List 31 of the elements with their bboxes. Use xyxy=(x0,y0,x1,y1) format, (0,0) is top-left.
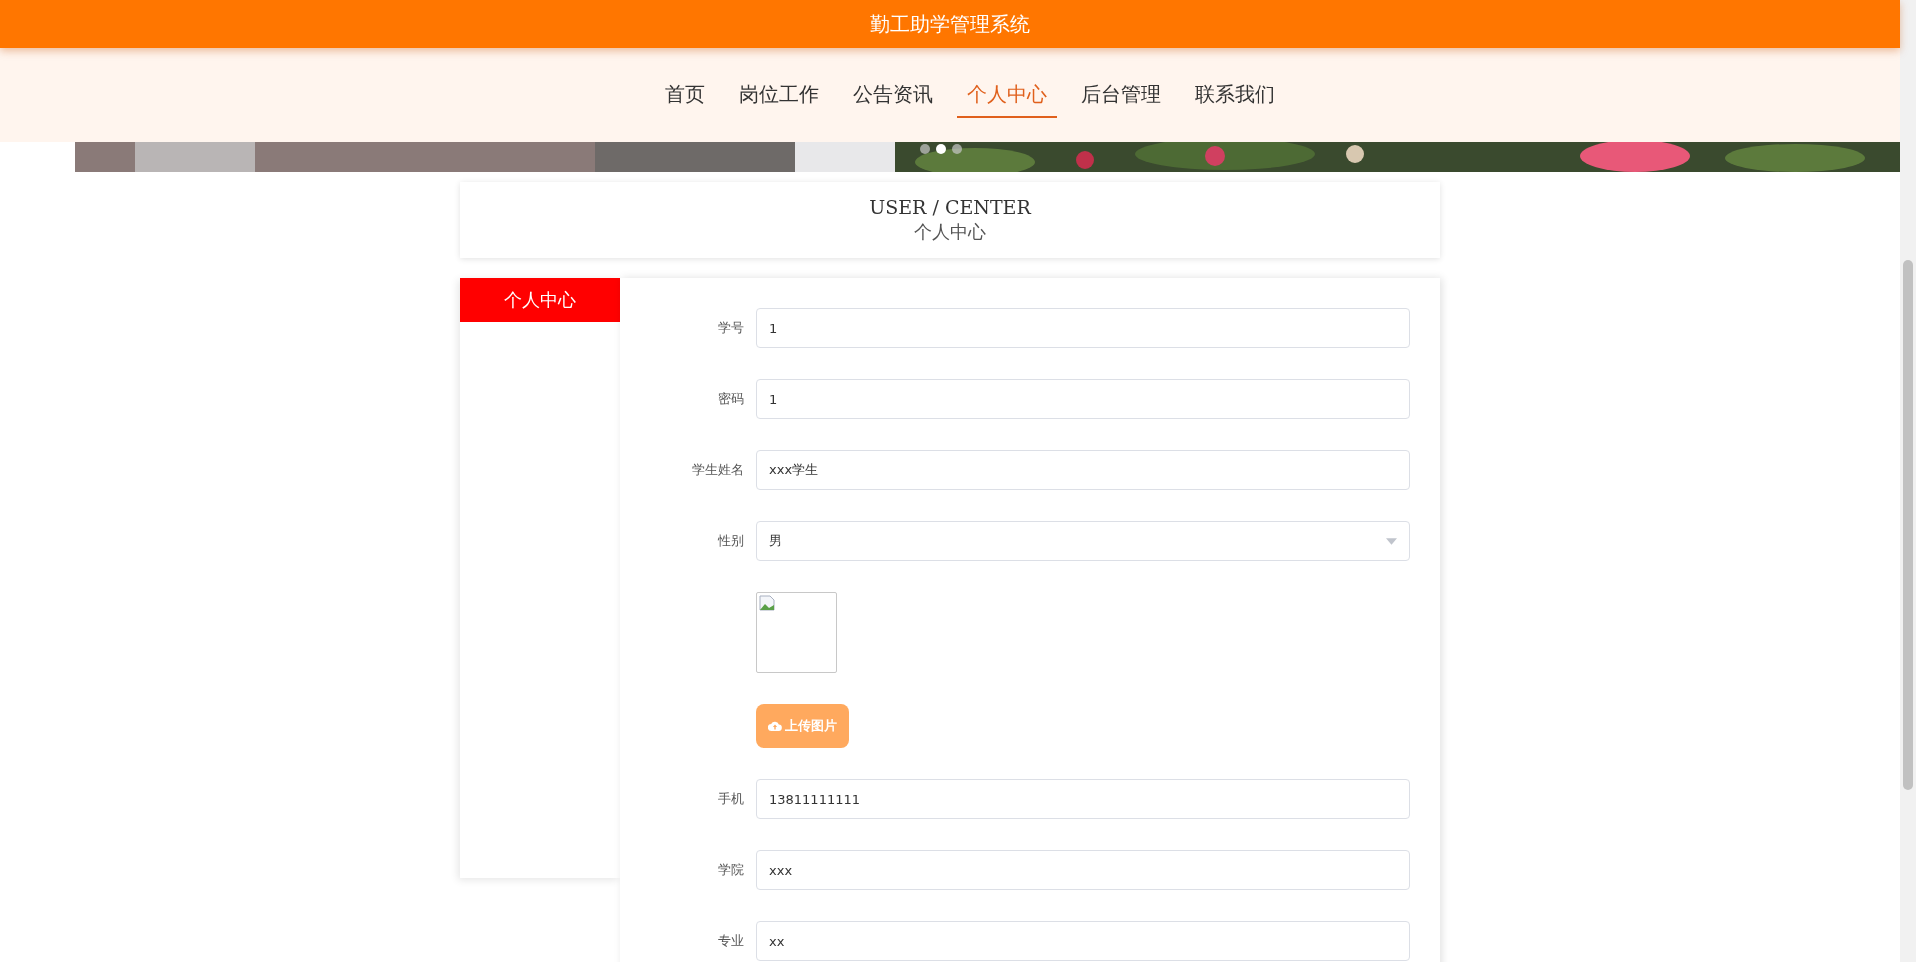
carousel-dot[interactable] xyxy=(952,144,962,154)
nav-link[interactable]: 首页 xyxy=(655,72,715,118)
site-title: 勤工助学管理系统 xyxy=(870,10,1030,38)
sidebar-item[interactable]: 个人中心 xyxy=(460,278,620,322)
nav-link[interactable]: 岗位工作 xyxy=(729,72,829,118)
field-label: 学生姓名 xyxy=(691,461,744,479)
scrollbar[interactable] xyxy=(1900,0,1916,962)
carousel-dot[interactable] xyxy=(920,144,930,154)
nav-link[interactable]: 联系我们 xyxy=(1185,72,1285,118)
section-title: USER / CENTER xyxy=(869,196,1031,218)
field-label: 专业 xyxy=(717,932,744,950)
input-field[interactable]: 13811111111 xyxy=(756,779,1410,819)
input-field[interactable]: 1 xyxy=(756,308,1410,348)
cloud-upload-icon xyxy=(768,721,782,731)
input-field[interactable]: xxx xyxy=(756,850,1410,890)
nav-link[interactable]: 后台管理 xyxy=(1071,72,1171,118)
section-subtitle: 个人中心 xyxy=(914,220,986,244)
broken-image-icon xyxy=(759,595,775,611)
field-label: 密码 xyxy=(717,390,744,408)
input-field[interactable]: xx xyxy=(756,921,1410,961)
input-field[interactable]: 1 xyxy=(756,379,1410,419)
input-field[interactable]: xxx学生 xyxy=(756,450,1410,490)
field-label: 性别 xyxy=(717,532,744,550)
nav-link[interactable]: 公告资讯 xyxy=(843,72,943,118)
field-label: 手机 xyxy=(717,790,744,808)
caret-icon xyxy=(1386,537,1397,545)
select-field[interactable]: 男 xyxy=(756,521,1410,561)
field-label: 学号 xyxy=(717,319,744,337)
scrollbar-thumb[interactable] xyxy=(1903,260,1913,790)
carousel-dot[interactable] xyxy=(936,144,946,154)
field-label: 学院 xyxy=(717,861,744,879)
